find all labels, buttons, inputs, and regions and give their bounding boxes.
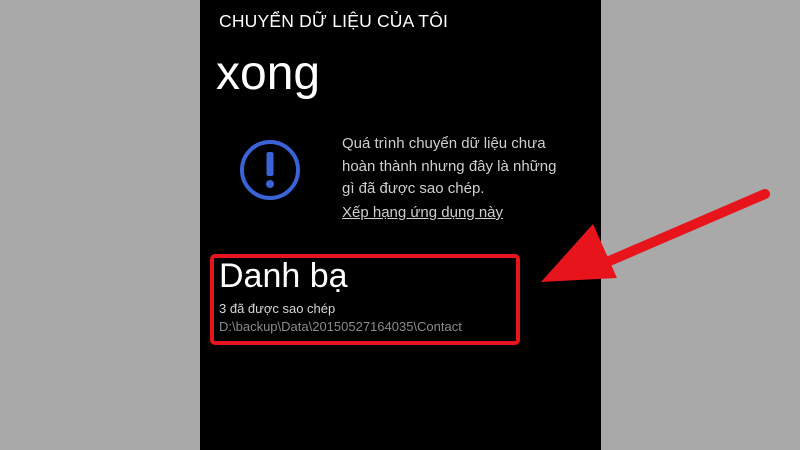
- red-arrow-annotation: [541, 189, 770, 282]
- exclamation-circle-icon: [240, 140, 300, 200]
- page-title: xong: [216, 47, 321, 100]
- message-line: hoàn thành nhưng đây là những: [342, 157, 557, 175]
- app-title: CHUYỂN DỮ LIỆU CỦA TÔI: [219, 11, 449, 31]
- message-line: Quá trình chuyển dữ liệu chưa: [342, 135, 546, 152]
- highlight-box: [210, 254, 520, 345]
- rate-app-link[interactable]: Xếp hạng ứng dụng này: [342, 204, 503, 221]
